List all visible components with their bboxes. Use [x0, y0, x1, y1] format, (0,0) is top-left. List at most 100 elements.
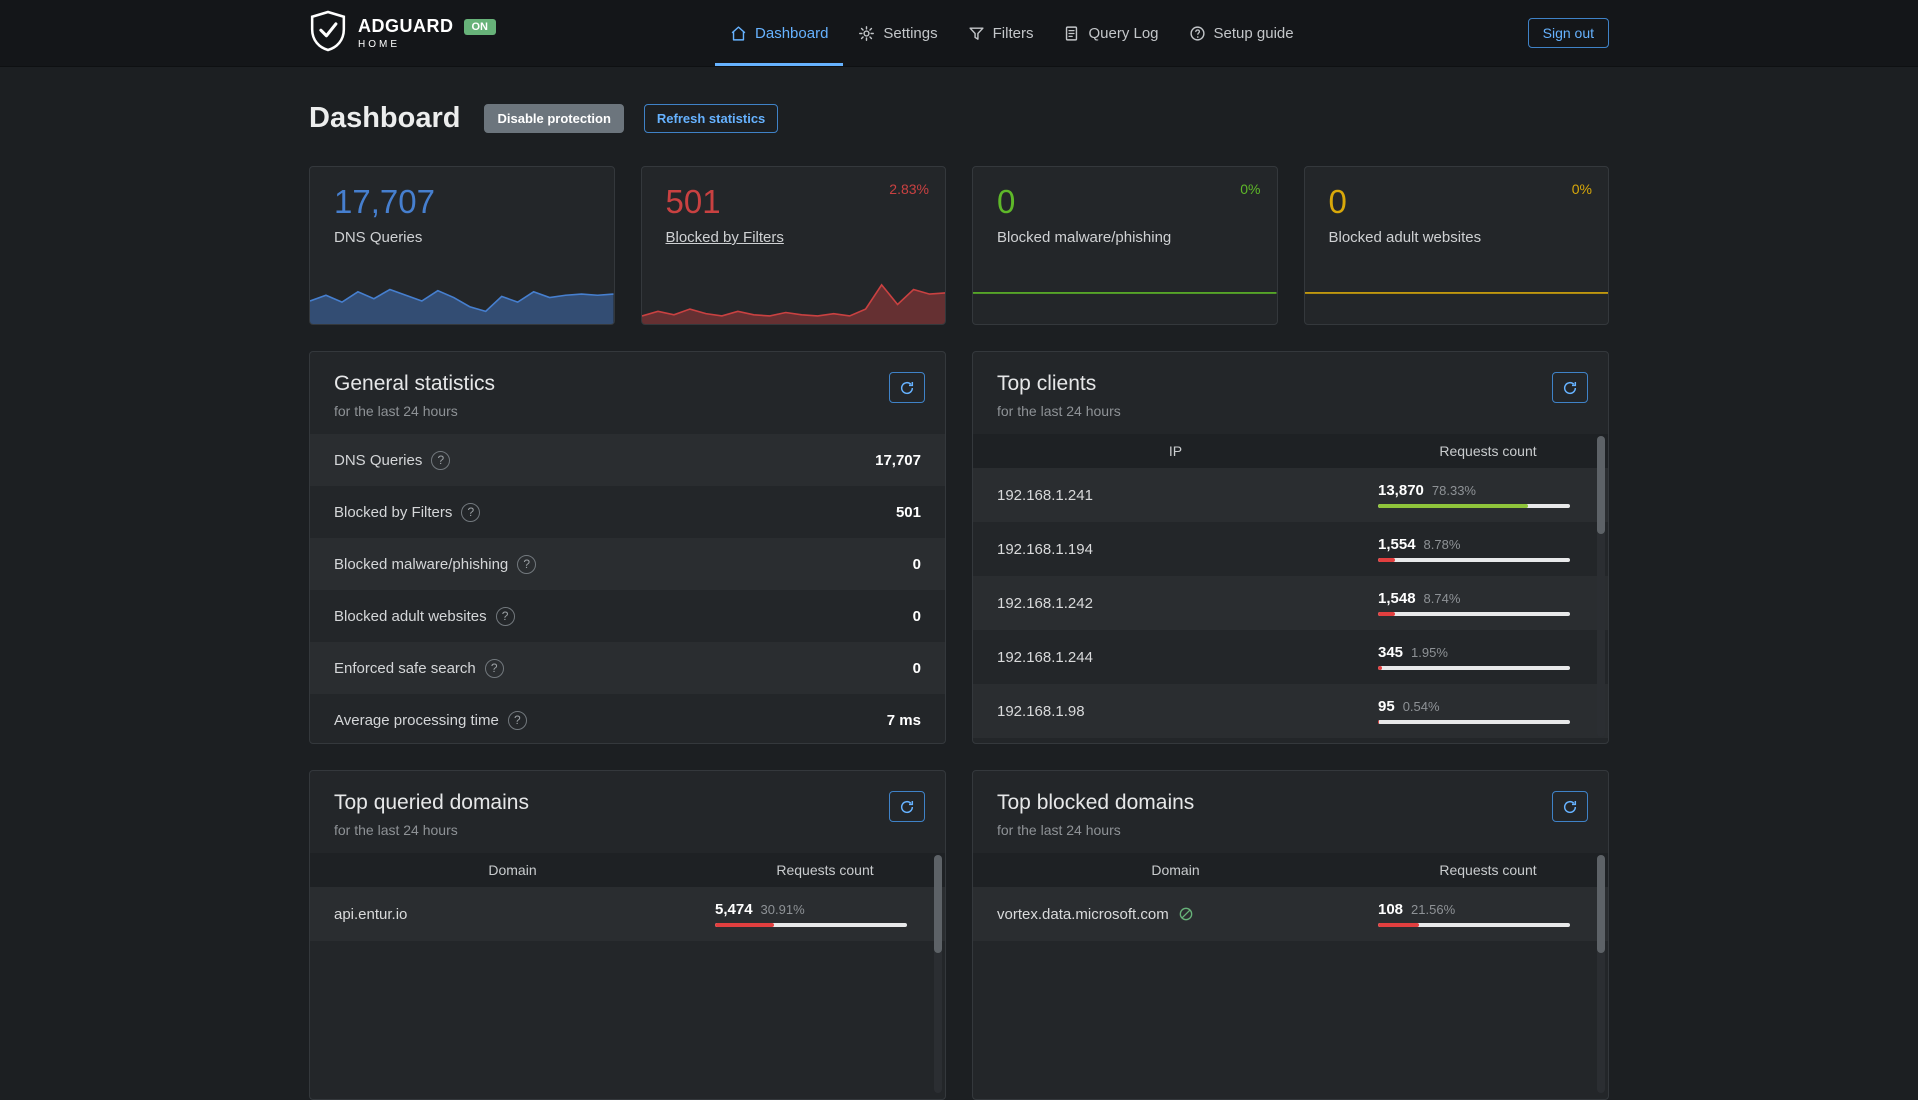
refresh-card-button[interactable] [1552, 791, 1588, 822]
stats-row: Average processing time ? 7 ms [310, 694, 945, 744]
stats-row: Blocked adult websites ? 0 [310, 590, 945, 642]
stat-card-dns-queries: 17,707 DNS Queries [309, 166, 615, 325]
help-circle-icon[interactable]: ? [431, 451, 450, 470]
column-header-domain: Domain [310, 862, 715, 878]
requests-percent: 1.95% [1411, 645, 1448, 660]
middle-cards-row: General statistics for the last 24 hours… [309, 351, 1609, 744]
nav-item-setup-guide[interactable]: Setup guide [1174, 0, 1309, 66]
brand-subtitle: HOME [358, 39, 496, 50]
domain-row: vortex.data.microsoft.com 108 21.56% [973, 887, 1608, 941]
client-row: 192.168.1.242 1,548 8.74% [973, 576, 1608, 630]
gear-icon [858, 25, 875, 42]
card-subtitle: for the last 24 hours [334, 403, 921, 419]
stats-row: Blocked by Filters ? 501 [310, 486, 945, 538]
stats-value: 0 [913, 608, 921, 625]
adguard-shield-logo-icon [309, 10, 347, 57]
sign-out-button[interactable]: Sign out [1528, 18, 1609, 48]
nav-label: Dashboard [755, 25, 828, 42]
help-circle-icon[interactable]: ? [517, 555, 536, 574]
stat-label: Blocked adult websites [1329, 229, 1609, 246]
client-ip[interactable]: 192.168.1.242 [973, 595, 1378, 612]
requests-percent: 30.91% [761, 902, 805, 917]
card-scrollbar-track[interactable] [1597, 436, 1605, 737]
navbar: ADGUARD ON HOME Dashboard Settings Filte… [0, 0, 1918, 67]
stats-value: 0 [913, 556, 921, 573]
client-row: 192.168.1.194 1,554 8.78% [973, 522, 1608, 576]
general-statistics-card: General statistics for the last 24 hours… [309, 351, 946, 744]
stats-value: 0 [913, 660, 921, 677]
domain-name[interactable]: api.entur.io [310, 906, 715, 923]
main-content: Dashboard Disable protection Refresh sta… [309, 100, 1609, 1100]
card-title: Top blocked domains [997, 791, 1584, 815]
refresh-card-button[interactable] [1552, 372, 1588, 403]
client-ip[interactable]: 192.168.1.241 [973, 487, 1378, 504]
stat-percent: 0% [1240, 181, 1260, 197]
help-circle-icon[interactable]: ? [485, 659, 504, 678]
card-scrollbar-track[interactable] [934, 855, 942, 1093]
dns-queries-sparkline-chart [310, 278, 614, 324]
help-circle-icon[interactable]: ? [461, 503, 480, 522]
bottom-cards-row: Top queried domains for the last 24 hour… [309, 770, 1609, 1100]
blocked-malware-sparkline-chart [973, 278, 1277, 324]
stats-value: 501 [896, 504, 921, 521]
nav-item-query-log[interactable]: Query Log [1048, 0, 1173, 66]
brand[interactable]: ADGUARD ON HOME [309, 10, 496, 57]
top-clients-card: Top clients for the last 24 hours IP Req… [972, 351, 1609, 744]
nav-item-dashboard[interactable]: Dashboard [715, 0, 843, 66]
card-subtitle: for the last 24 hours [997, 403, 1584, 419]
domain-name[interactable]: vortex.data.microsoft.com [997, 906, 1169, 923]
unblock-domain-icon[interactable] [1178, 906, 1194, 922]
nav-item-filters[interactable]: Filters [953, 0, 1049, 66]
stat-cards-row: 17,707 DNS Queries 2.83% 501 Blocked by … [309, 166, 1609, 325]
client-ip[interactable]: 192.168.1.98 [973, 703, 1378, 720]
stat-percent: 0% [1572, 181, 1592, 197]
requests-count: 1,554 [1378, 536, 1416, 553]
top-queried-domains-card: Top queried domains for the last 24 hour… [309, 770, 946, 1100]
stats-label: Blocked adult websites [334, 608, 487, 625]
requests-percent: 8.74% [1424, 591, 1461, 606]
stat-label-link[interactable]: Blocked by Filters [666, 229, 946, 246]
card-title: Top clients [997, 372, 1584, 396]
client-ip[interactable]: 192.168.1.194 [973, 541, 1378, 558]
brand-text: ADGUARD ON HOME [358, 16, 496, 50]
stats-row: Enforced safe search ? 0 [310, 642, 945, 694]
help-circle-icon[interactable]: ? [496, 607, 515, 626]
refresh-statistics-button[interactable]: Refresh statistics [644, 104, 778, 133]
blocked-adult-sparkline-chart [1305, 278, 1609, 324]
disable-protection-button[interactable]: Disable protection [484, 104, 623, 133]
top-clients-table-body: 192.168.1.241 13,870 78.33% 192.168.1.19… [973, 468, 1608, 738]
stats-row: DNS Queries ? 17,707 [310, 434, 945, 486]
stats-label: Enforced safe search [334, 660, 476, 677]
help-circle-icon [1189, 25, 1206, 42]
requests-progress-bar [1378, 558, 1570, 562]
stats-value: 17,707 [875, 452, 921, 469]
requests-count: 345 [1378, 644, 1403, 661]
requests-progress-bar [1378, 612, 1570, 616]
refresh-icon [1562, 799, 1578, 815]
column-header-requests-count: Requests count [1378, 862, 1608, 878]
requests-count: 13,870 [1378, 482, 1424, 499]
help-circle-icon[interactable]: ? [508, 711, 527, 730]
card-subtitle: for the last 24 hours [334, 822, 921, 838]
requests-count: 95 [1378, 698, 1395, 715]
stat-card-blocked-malware: 0% 0 Blocked malware/phishing [972, 166, 1278, 325]
card-scrollbar-track[interactable] [1597, 855, 1605, 1093]
domain-row: api.entur.io 5,474 30.91% [310, 887, 945, 941]
card-subtitle: for the last 24 hours [997, 822, 1584, 838]
refresh-card-button[interactable] [889, 372, 925, 403]
table-header: Domain Requests count [973, 853, 1608, 887]
nav-item-settings[interactable]: Settings [843, 0, 952, 66]
card-scrollbar-thumb[interactable] [1597, 436, 1605, 534]
top-queried-table-body: api.entur.io 5,474 30.91% [310, 887, 945, 941]
requests-progress-bar [1378, 923, 1570, 927]
card-scrollbar-thumb[interactable] [1597, 855, 1605, 953]
table-header: Domain Requests count [310, 853, 945, 887]
stats-label: Blocked malware/phishing [334, 556, 508, 573]
nav-label: Filters [993, 25, 1034, 42]
refresh-card-button[interactable] [889, 791, 925, 822]
stats-label: DNS Queries [334, 452, 422, 469]
card-scrollbar-thumb[interactable] [934, 855, 942, 953]
requests-progress-bar [1378, 666, 1570, 670]
client-ip[interactable]: 192.168.1.244 [973, 649, 1378, 666]
requests-percent: 78.33% [1432, 483, 1476, 498]
